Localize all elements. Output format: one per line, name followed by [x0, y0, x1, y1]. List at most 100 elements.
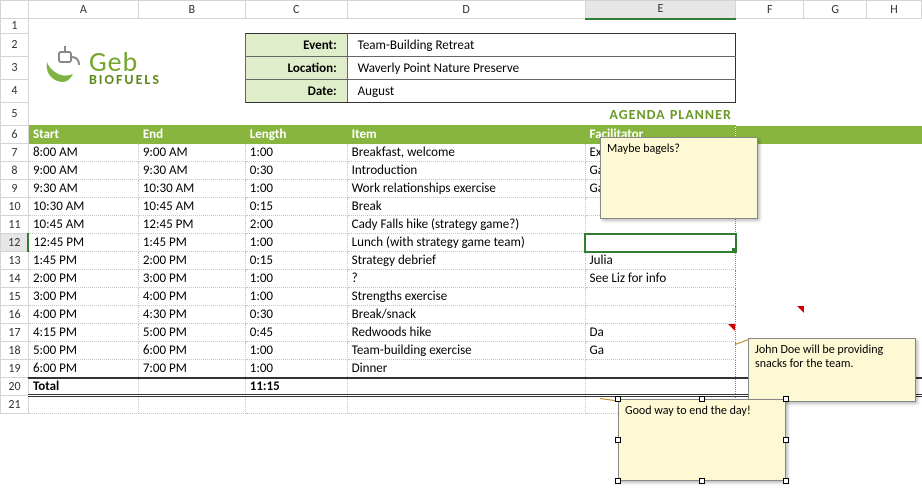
- cell-end[interactable]: 6:00 PM: [138, 342, 245, 360]
- row-header-4[interactable]: 4: [1, 80, 29, 103]
- cell-end[interactable]: 4:30 PM: [138, 306, 245, 324]
- cell-length[interactable]: 0:15: [245, 252, 347, 270]
- cell-length[interactable]: 1:00: [245, 288, 347, 306]
- spreadsheet[interactable]: ABCDEFGH 12GebBIOFUELSEvent:Team-Buildin…: [0, 0, 922, 502]
- cell-length[interactable]: 1:00: [245, 360, 347, 378]
- col-header-G[interactable]: G: [804, 1, 867, 19]
- cell-start[interactable]: 9:30 AM: [28, 180, 138, 198]
- cell-length[interactable]: 0:30: [245, 306, 347, 324]
- cell-facilitator[interactable]: [585, 288, 736, 306]
- table-header[interactable]: Start: [28, 126, 138, 144]
- row-header-1[interactable]: 1: [1, 19, 29, 34]
- col-header-D[interactable]: D: [347, 1, 585, 19]
- cell-facilitator[interactable]: Ga: [585, 342, 736, 360]
- table-header[interactable]: Length: [245, 126, 347, 144]
- cell-end[interactable]: 7:00 PM: [138, 360, 245, 378]
- select-all[interactable]: [1, 1, 29, 19]
- cell-facilitator[interactable]: [585, 360, 736, 378]
- meta-value[interactable]: Waverly Point Nature Preserve: [347, 57, 736, 80]
- cell-start[interactable]: 3:00 PM: [28, 288, 138, 306]
- comment-box-snacks[interactable]: John Doe will be providing snacks for th…: [748, 338, 916, 402]
- cell-item[interactable]: Break/snack: [347, 306, 585, 324]
- cell-start[interactable]: 10:45 AM: [28, 216, 138, 234]
- cell-length[interactable]: 0:30: [245, 162, 347, 180]
- cell-start[interactable]: 4:00 PM: [28, 306, 138, 324]
- row-header-5[interactable]: 5: [1, 103, 29, 126]
- cell-end[interactable]: 2:00 PM: [138, 252, 245, 270]
- cell-item[interactable]: Strengths exercise: [347, 288, 585, 306]
- row-header-8[interactable]: 8: [1, 162, 29, 180]
- cell-start[interactable]: 2:00 PM: [28, 270, 138, 288]
- row-header-15[interactable]: 15: [1, 288, 29, 306]
- column-headers[interactable]: ABCDEFGH: [1, 1, 922, 19]
- row-header-2[interactable]: 2: [1, 34, 29, 57]
- cell-facilitator[interactable]: See Liz for info: [585, 270, 736, 288]
- row-header-21[interactable]: 21: [1, 396, 29, 414]
- cell-item[interactable]: Breakfast, welcome: [347, 144, 585, 162]
- meta-value[interactable]: Team-Building Retreat: [347, 34, 736, 57]
- row-header-17[interactable]: 17: [1, 324, 29, 342]
- comment-box-end-day[interactable]: Good way to end the day!: [618, 399, 786, 481]
- row-header-14[interactable]: 14: [1, 270, 29, 288]
- cell-facilitator[interactable]: Julia: [585, 252, 736, 270]
- cell-end[interactable]: 10:30 AM: [138, 180, 245, 198]
- meta-value[interactable]: August: [347, 80, 736, 103]
- row-header-11[interactable]: 11: [1, 216, 29, 234]
- row-header-12[interactable]: 12: [1, 234, 29, 252]
- table-header[interactable]: End: [138, 126, 245, 144]
- cell-end[interactable]: 1:45 PM: [138, 234, 245, 252]
- row-header-16[interactable]: 16: [1, 306, 29, 324]
- col-header-H[interactable]: H: [867, 1, 922, 19]
- cell-length[interactable]: 1:00: [245, 342, 347, 360]
- cell-start[interactable]: 10:30 AM: [28, 198, 138, 216]
- cell-length[interactable]: 1:00: [245, 180, 347, 198]
- row-header-3[interactable]: 3: [1, 57, 29, 80]
- cell-end[interactable]: 5:00 PM: [138, 324, 245, 342]
- row-header-6[interactable]: 6: [1, 126, 29, 144]
- cell-start[interactable]: 9:00 AM: [28, 162, 138, 180]
- cell-item[interactable]: Lunch (with strategy game team): [347, 234, 585, 252]
- cell-start[interactable]: 6:00 PM: [28, 360, 138, 378]
- comment-box-bagels[interactable]: Maybe bagels?: [600, 137, 758, 219]
- cell-item[interactable]: Introduction: [347, 162, 585, 180]
- cell-end[interactable]: 9:30 AM: [138, 162, 245, 180]
- row-header-18[interactable]: 18: [1, 342, 29, 360]
- cell-item[interactable]: Work relationships exercise: [347, 180, 585, 198]
- table-header[interactable]: Item: [347, 126, 585, 144]
- cell-start[interactable]: 1:45 PM: [28, 252, 138, 270]
- col-header-A[interactable]: A: [28, 1, 138, 19]
- row-header-20[interactable]: 20: [1, 378, 29, 396]
- row-header-19[interactable]: 19: [1, 360, 29, 378]
- row-header-7[interactable]: 7: [1, 144, 29, 162]
- cell-facilitator[interactable]: [585, 234, 736, 252]
- cell-length[interactable]: 1:00: [245, 234, 347, 252]
- cell-item[interactable]: Redwoods hike: [347, 324, 585, 342]
- cell-facilitator[interactable]: [585, 306, 736, 324]
- cell-item[interactable]: Break: [347, 198, 585, 216]
- col-header-C[interactable]: C: [245, 1, 347, 19]
- cell-start[interactable]: 12:45 PM: [28, 234, 138, 252]
- cell-item[interactable]: ?: [347, 270, 585, 288]
- cell-facilitator[interactable]: Da: [585, 324, 736, 342]
- cell-end[interactable]: 12:45 PM: [138, 216, 245, 234]
- cell-length[interactable]: 1:00: [245, 144, 347, 162]
- cell-length[interactable]: 0:45: [245, 324, 347, 342]
- cell-length[interactable]: 0:15: [245, 198, 347, 216]
- col-header-E[interactable]: E: [585, 1, 736, 19]
- cell-item[interactable]: Team-building exercise: [347, 342, 585, 360]
- cell-length[interactable]: 2:00: [245, 216, 347, 234]
- cell-end[interactable]: 10:45 AM: [138, 198, 245, 216]
- row-header-9[interactable]: 9: [1, 180, 29, 198]
- col-header-F[interactable]: F: [736, 1, 804, 19]
- cell-item[interactable]: Cady Falls hike (strategy game?): [347, 216, 585, 234]
- cell-end[interactable]: 4:00 PM: [138, 288, 245, 306]
- cell-item[interactable]: Strategy debrief: [347, 252, 585, 270]
- col-header-B[interactable]: B: [138, 1, 245, 19]
- cell-start[interactable]: 8:00 AM: [28, 144, 138, 162]
- cell-length[interactable]: 1:00: [245, 270, 347, 288]
- cell-end[interactable]: 9:00 AM: [138, 144, 245, 162]
- cell-start[interactable]: 5:00 PM: [28, 342, 138, 360]
- row-header-13[interactable]: 13: [1, 252, 29, 270]
- row-header-10[interactable]: 10: [1, 198, 29, 216]
- cell-end[interactable]: 3:00 PM: [138, 270, 245, 288]
